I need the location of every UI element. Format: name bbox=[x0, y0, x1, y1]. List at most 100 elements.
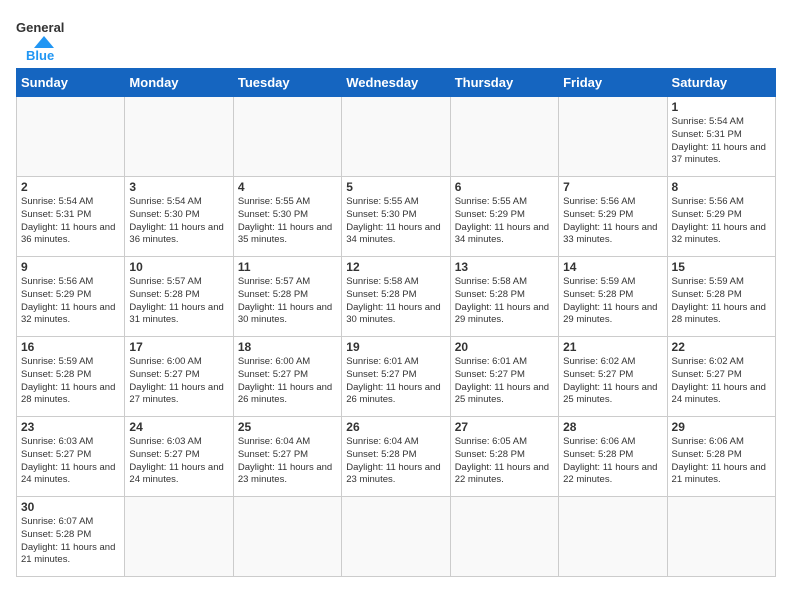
day-info: Sunrise: 6:00 AM Sunset: 5:27 PM Dayligh… bbox=[238, 356, 337, 407]
day-number: 28 bbox=[563, 420, 662, 434]
calendar-cell: 9 Sunrise: 5:56 AM Sunset: 5:29 PM Daylig… bbox=[17, 257, 125, 337]
calendar-cell: 12 Sunrise: 5:58 AM Sunset: 5:28 PM Dayli… bbox=[342, 257, 450, 337]
day-info: Sunrise: 6:03 AM Sunset: 5:27 PM Dayligh… bbox=[21, 436, 120, 487]
calendar-cell bbox=[342, 497, 450, 577]
day-number: 8 bbox=[672, 180, 771, 194]
calendar-cell: 5 Sunrise: 5:55 AM Sunset: 5:30 PM Daylig… bbox=[342, 177, 450, 257]
day-info: Sunrise: 6:02 AM Sunset: 5:27 PM Dayligh… bbox=[563, 356, 662, 407]
day-number: 9 bbox=[21, 260, 120, 274]
svg-text:Blue: Blue bbox=[26, 48, 54, 60]
calendar-cell: 23Sunrise: 6:03 AM Sunset: 5:27 PM Dayli… bbox=[17, 417, 125, 497]
day-number: 14 bbox=[563, 260, 662, 274]
day-info: Sunrise: 5:57 AM Sunset: 5:28 PM Dayligh… bbox=[238, 276, 337, 327]
day-number: 17 bbox=[129, 340, 228, 354]
day-number: 18 bbox=[238, 340, 337, 354]
day-info: Sunrise: 5:54 AM Sunset: 5:31 PM Dayligh… bbox=[21, 196, 120, 247]
weekday-header-friday: Friday bbox=[559, 69, 667, 97]
calendar-cell: 20 Sunrise: 6:01 AM Sunset: 5:27 PM Dayli… bbox=[450, 337, 558, 417]
day-info: Sunrise: 5:58 AM Sunset: 5:28 PM Dayligh… bbox=[455, 276, 554, 327]
calendar-cell: 18 Sunrise: 6:00 AM Sunset: 5:27 PM Dayli… bbox=[233, 337, 341, 417]
calendar-cell bbox=[667, 497, 775, 577]
calendar-cell: 29 Sunrise: 6:06 AM Sunset: 5:28 PM Dayli… bbox=[667, 417, 775, 497]
calendar-cell: 17Sunrise: 6:00 AM Sunset: 5:27 PM Dayli… bbox=[125, 337, 233, 417]
calendar-cell: 16 Sunrise: 5:59 AM Sunset: 5:28 PM Dayli… bbox=[17, 337, 125, 417]
calendar-cell: 1 Sunrise: 5:54 AM Sunset: 5:31 PM Daylig… bbox=[667, 97, 775, 177]
weekday-header-tuesday: Tuesday bbox=[233, 69, 341, 97]
day-info: Sunrise: 6:04 AM Sunset: 5:27 PM Dayligh… bbox=[238, 436, 337, 487]
calendar-cell: 21 Sunrise: 6:02 AM Sunset: 5:27 PM Dayli… bbox=[559, 337, 667, 417]
day-number: 27 bbox=[455, 420, 554, 434]
calendar-cell: 6 Sunrise: 5:55 AM Sunset: 5:29 PM Daylig… bbox=[450, 177, 558, 257]
day-number: 1 bbox=[672, 100, 771, 114]
calendar-cell: 28 Sunrise: 6:06 AM Sunset: 5:28 PM Dayli… bbox=[559, 417, 667, 497]
day-number: 13 bbox=[455, 260, 554, 274]
calendar-cell: 2 Sunrise: 5:54 AM Sunset: 5:31 PM Daylig… bbox=[17, 177, 125, 257]
calendar-cell: 8Sunrise: 5:56 AM Sunset: 5:29 PM Daylig… bbox=[667, 177, 775, 257]
day-number: 16 bbox=[21, 340, 120, 354]
day-number: 3 bbox=[129, 180, 228, 194]
calendar-week-row: 2 Sunrise: 5:54 AM Sunset: 5:31 PM Daylig… bbox=[17, 177, 776, 257]
day-number: 20 bbox=[455, 340, 554, 354]
day-number: 19 bbox=[346, 340, 445, 354]
day-number: 6 bbox=[455, 180, 554, 194]
day-info: Sunrise: 5:59 AM Sunset: 5:28 PM Dayligh… bbox=[21, 356, 120, 407]
day-number: 24 bbox=[129, 420, 228, 434]
calendar-cell bbox=[233, 497, 341, 577]
day-info: Sunrise: 5:54 AM Sunset: 5:30 PM Dayligh… bbox=[129, 196, 228, 247]
calendar-cell: 30Sunrise: 6:07 AM Sunset: 5:28 PM Dayli… bbox=[17, 497, 125, 577]
calendar-week-row: 1 Sunrise: 5:54 AM Sunset: 5:31 PM Daylig… bbox=[17, 97, 776, 177]
calendar-cell bbox=[450, 97, 558, 177]
day-number: 29 bbox=[672, 420, 771, 434]
calendar-cell: 26 Sunrise: 6:04 AM Sunset: 5:28 PM Dayli… bbox=[342, 417, 450, 497]
day-info: Sunrise: 5:55 AM Sunset: 5:30 PM Dayligh… bbox=[346, 196, 445, 247]
day-number: 7 bbox=[563, 180, 662, 194]
calendar-week-row: 9 Sunrise: 5:56 AM Sunset: 5:29 PM Daylig… bbox=[17, 257, 776, 337]
day-info: Sunrise: 5:55 AM Sunset: 5:29 PM Dayligh… bbox=[455, 196, 554, 247]
day-info: Sunrise: 5:59 AM Sunset: 5:28 PM Dayligh… bbox=[563, 276, 662, 327]
day-number: 21 bbox=[563, 340, 662, 354]
day-number: 2 bbox=[21, 180, 120, 194]
calendar-week-row: 16 Sunrise: 5:59 AM Sunset: 5:28 PM Dayli… bbox=[17, 337, 776, 417]
calendar-cell: 3 Sunrise: 5:54 AM Sunset: 5:30 PM Daylig… bbox=[125, 177, 233, 257]
day-info: Sunrise: 6:04 AM Sunset: 5:28 PM Dayligh… bbox=[346, 436, 445, 487]
weekday-header-thursday: Thursday bbox=[450, 69, 558, 97]
calendar-cell: 13 Sunrise: 5:58 AM Sunset: 5:28 PM Dayli… bbox=[450, 257, 558, 337]
day-number: 10 bbox=[129, 260, 228, 274]
calendar-cell: 11Sunrise: 5:57 AM Sunset: 5:28 PM Dayli… bbox=[233, 257, 341, 337]
calendar-cell: 7 Sunrise: 5:56 AM Sunset: 5:29 PM Daylig… bbox=[559, 177, 667, 257]
calendar-table: SundayMondayTuesdayWednesdayThursdayFrid… bbox=[16, 68, 776, 577]
weekday-header-wednesday: Wednesday bbox=[342, 69, 450, 97]
day-info: Sunrise: 6:01 AM Sunset: 5:27 PM Dayligh… bbox=[346, 356, 445, 407]
calendar-cell: 27Sunrise: 6:05 AM Sunset: 5:28 PM Dayli… bbox=[450, 417, 558, 497]
calendar-cell: 19 Sunrise: 6:01 AM Sunset: 5:27 PM Dayli… bbox=[342, 337, 450, 417]
calendar-cell bbox=[450, 497, 558, 577]
day-number: 5 bbox=[346, 180, 445, 194]
logo-svg: General Blue bbox=[16, 16, 76, 60]
calendar-cell bbox=[125, 97, 233, 177]
weekday-header-sunday: Sunday bbox=[17, 69, 125, 97]
logo: General Blue bbox=[16, 16, 76, 60]
day-number: 12 bbox=[346, 260, 445, 274]
day-number: 25 bbox=[238, 420, 337, 434]
calendar-cell: 4Sunrise: 5:55 AM Sunset: 5:30 PM Daylig… bbox=[233, 177, 341, 257]
calendar-cell: 14 Sunrise: 5:59 AM Sunset: 5:28 PM Dayli… bbox=[559, 257, 667, 337]
day-info: Sunrise: 6:06 AM Sunset: 5:28 PM Dayligh… bbox=[563, 436, 662, 487]
calendar-week-row: 23Sunrise: 6:03 AM Sunset: 5:27 PM Dayli… bbox=[17, 417, 776, 497]
svg-text:General: General bbox=[16, 20, 64, 35]
page-header: General Blue bbox=[16, 16, 776, 60]
weekday-header-monday: Monday bbox=[125, 69, 233, 97]
calendar-cell: 10Sunrise: 5:57 AM Sunset: 5:28 PM Dayli… bbox=[125, 257, 233, 337]
day-info: Sunrise: 6:03 AM Sunset: 5:27 PM Dayligh… bbox=[129, 436, 228, 487]
day-info: Sunrise: 5:56 AM Sunset: 5:29 PM Dayligh… bbox=[21, 276, 120, 327]
day-info: Sunrise: 5:56 AM Sunset: 5:29 PM Dayligh… bbox=[563, 196, 662, 247]
calendar-cell bbox=[233, 97, 341, 177]
day-info: Sunrise: 6:01 AM Sunset: 5:27 PM Dayligh… bbox=[455, 356, 554, 407]
day-info: Sunrise: 5:58 AM Sunset: 5:28 PM Dayligh… bbox=[346, 276, 445, 327]
calendar-cell: 24 Sunrise: 6:03 AM Sunset: 5:27 PM Dayli… bbox=[125, 417, 233, 497]
day-number: 4 bbox=[238, 180, 337, 194]
calendar-cell: 25 Sunrise: 6:04 AM Sunset: 5:27 PM Dayli… bbox=[233, 417, 341, 497]
day-number: 15 bbox=[672, 260, 771, 274]
day-number: 26 bbox=[346, 420, 445, 434]
day-info: Sunrise: 5:54 AM Sunset: 5:31 PM Dayligh… bbox=[672, 116, 771, 167]
day-info: Sunrise: 6:06 AM Sunset: 5:28 PM Dayligh… bbox=[672, 436, 771, 487]
